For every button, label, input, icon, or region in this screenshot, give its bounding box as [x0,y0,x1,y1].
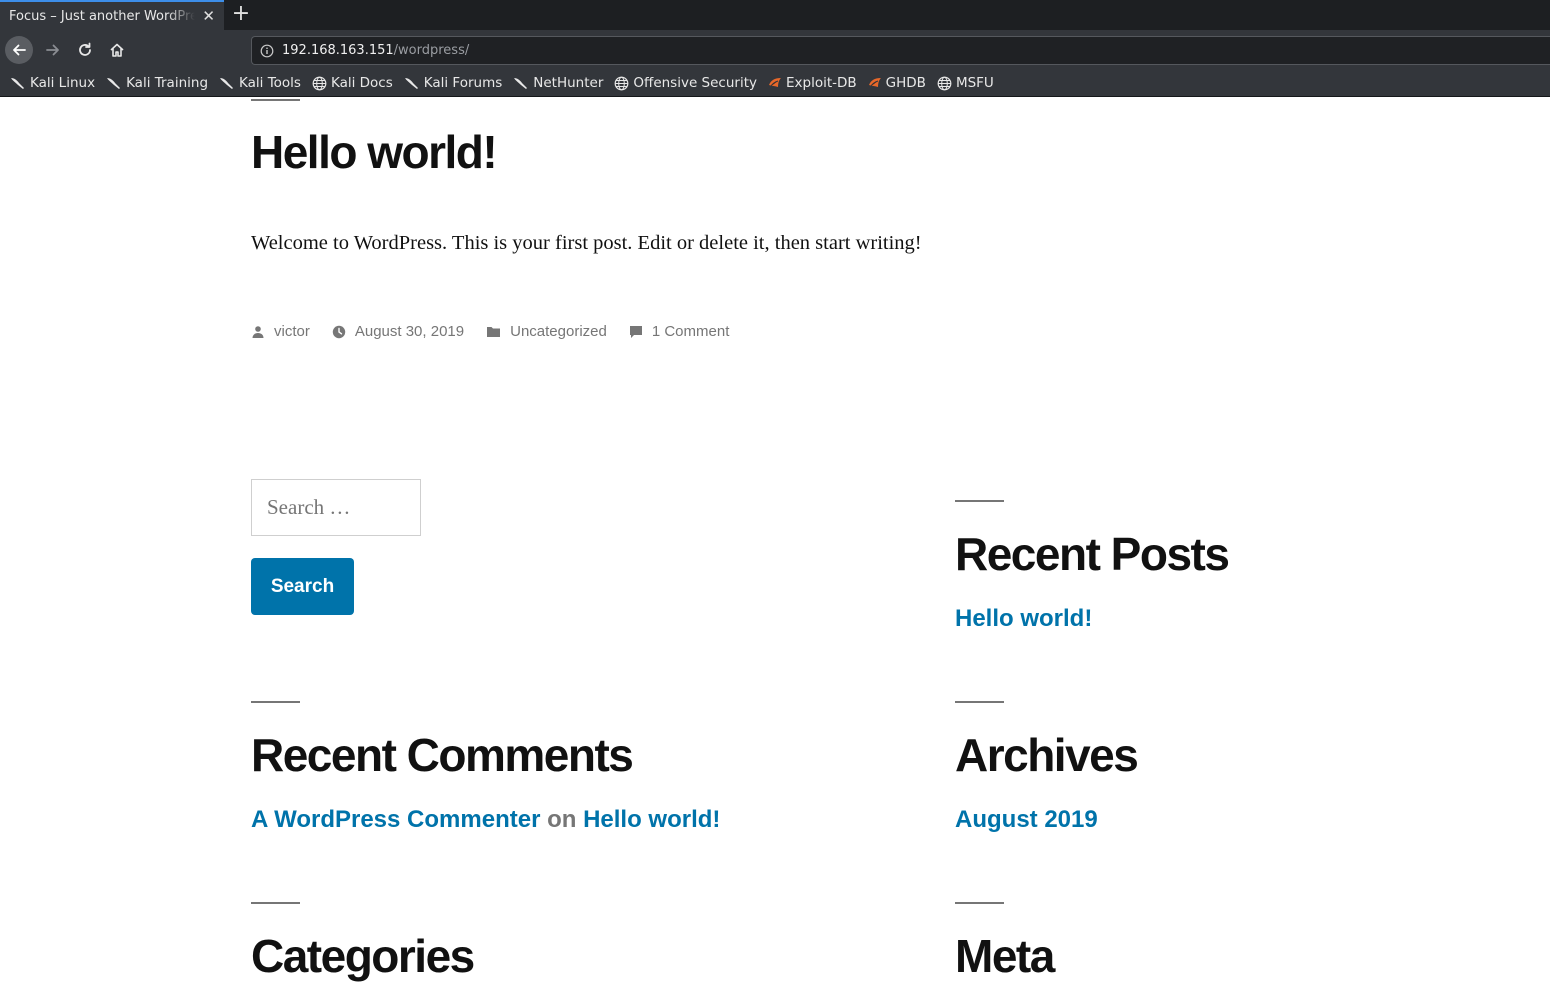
bookmark-item[interactable]: GHDB [868,75,926,91]
bookmark-label: Kali Training [126,75,209,91]
navigation-bar: 192.168.163.151/wordpress/ [0,30,1550,70]
person-icon [252,325,264,338]
recent-comments-title: Recent Comments [251,729,634,781]
home-button[interactable] [103,36,131,64]
comment-post-link[interactable]: Hello world! [583,806,720,833]
post-meta: victor August 30, 2019 Uncategorized 1 C… [251,323,751,340]
comment-on-text: on [547,806,577,833]
active-tab[interactable]: Focus – Just another WordPress site ✕ [0,0,224,30]
recent-comment-item: A WordPress Commenter on Hello world! [251,806,720,834]
bookmark-item[interactable]: Kali Forums [404,75,503,91]
globe-icon [937,76,956,91]
bookmark-item[interactable]: Exploit-DB [768,75,857,91]
kali-dragon-icon [513,76,533,90]
folder-icon [487,327,501,337]
arrow-right-icon [46,44,59,56]
post-category-text: Uncategorized [510,323,607,340]
bookmark-item[interactable]: NetHunter [513,75,603,91]
post-date[interactable]: August 30, 2019 [332,323,464,340]
tab-title: Focus – Just another WordPress site [9,8,195,24]
post-comments-text: 1 Comment [651,323,730,340]
bookmark-label: Kali Forums [423,75,503,91]
comment-author-link[interactable]: A WordPress Commenter [251,806,540,833]
bookmark-label: GHDB [885,75,926,91]
info-icon[interactable] [260,44,274,58]
categories-title: Categories [251,930,475,982]
kali-dragon-icon [106,76,126,90]
search-button[interactable]: Search [251,558,354,615]
kali-dragon-icon [219,76,239,90]
url-path: /wordpress/ [393,43,470,58]
reload-icon [79,42,91,56]
globe-icon [614,76,633,91]
bookmark-label: MSFU [955,75,994,91]
archive-link[interactable]: August 2019 [955,806,1098,834]
new-tab-button[interactable]: + [229,2,253,26]
post-category[interactable]: Uncategorized [486,323,607,340]
recent-posts-divider [955,500,1004,502]
bookmark-label: Exploit-DB [786,75,857,91]
post-comments[interactable]: 1 Comment [629,323,730,340]
comment-icon [629,325,642,338]
meta-divider [955,902,1004,904]
bookmarks-toolbar: Kali Linux Kali Training Kali Tools Kali Do… [0,70,1550,97]
bookmark-item[interactable]: Kali Training [106,75,208,91]
bookmark-label: Kali Tools [239,75,301,91]
exploitdb-icon [768,77,786,89]
kali-dragon-icon [404,76,424,90]
page-content: Hello world! Welcome to WordPress. This … [0,97,1550,994]
bookmark-label: NetHunter [533,75,604,91]
bookmark-item[interactable]: Kali Linux [10,75,95,91]
archives-divider [955,701,1004,703]
tab-close-icon[interactable]: ✕ [202,7,215,25]
post-date-text: August 30, 2019 [354,323,465,340]
kali-dragon-icon [10,76,30,90]
recent-post-link[interactable]: Hello world! [955,605,1092,633]
home-icon [110,43,124,57]
post-title[interactable]: Hello world! [251,125,498,179]
meta-title: Meta [955,930,1055,982]
forward-button[interactable] [39,36,67,64]
post-author-name: victor [274,323,310,340]
url-bar[interactable]: 192.168.163.151/wordpress/ [251,36,1550,65]
back-button[interactable] [5,36,33,64]
post-divider [251,99,300,101]
recent-comments-divider [251,701,300,703]
recent-posts-title: Recent Posts [955,528,1230,580]
arrow-left-icon [13,44,26,56]
clock-icon [332,325,346,338]
bookmark-label: Kali Docs [330,75,393,91]
archives-title: Archives [955,729,1139,781]
url-host: 192.168.163.151 [282,43,394,58]
bookmark-item[interactable]: Kali Docs [312,75,393,91]
bookmark-item[interactable]: Offensive Security [614,75,757,91]
bookmark-item[interactable]: Kali Tools [219,75,301,91]
post-author[interactable]: victor [251,323,310,340]
exploitdb-icon [868,77,886,89]
post-body: Welcome to WordPress. This is your first… [251,232,922,254]
search-input[interactable] [251,479,421,536]
bookmark-label: Kali Linux [30,75,96,91]
globe-icon [312,76,331,91]
categories-divider [251,902,300,904]
bookmark-label: Offensive Security [633,75,757,91]
tab-bar: Focus – Just another WordPress site ✕ + [0,0,1550,30]
reload-button[interactable] [71,36,99,64]
bookmark-item[interactable]: MSFU [937,75,994,91]
